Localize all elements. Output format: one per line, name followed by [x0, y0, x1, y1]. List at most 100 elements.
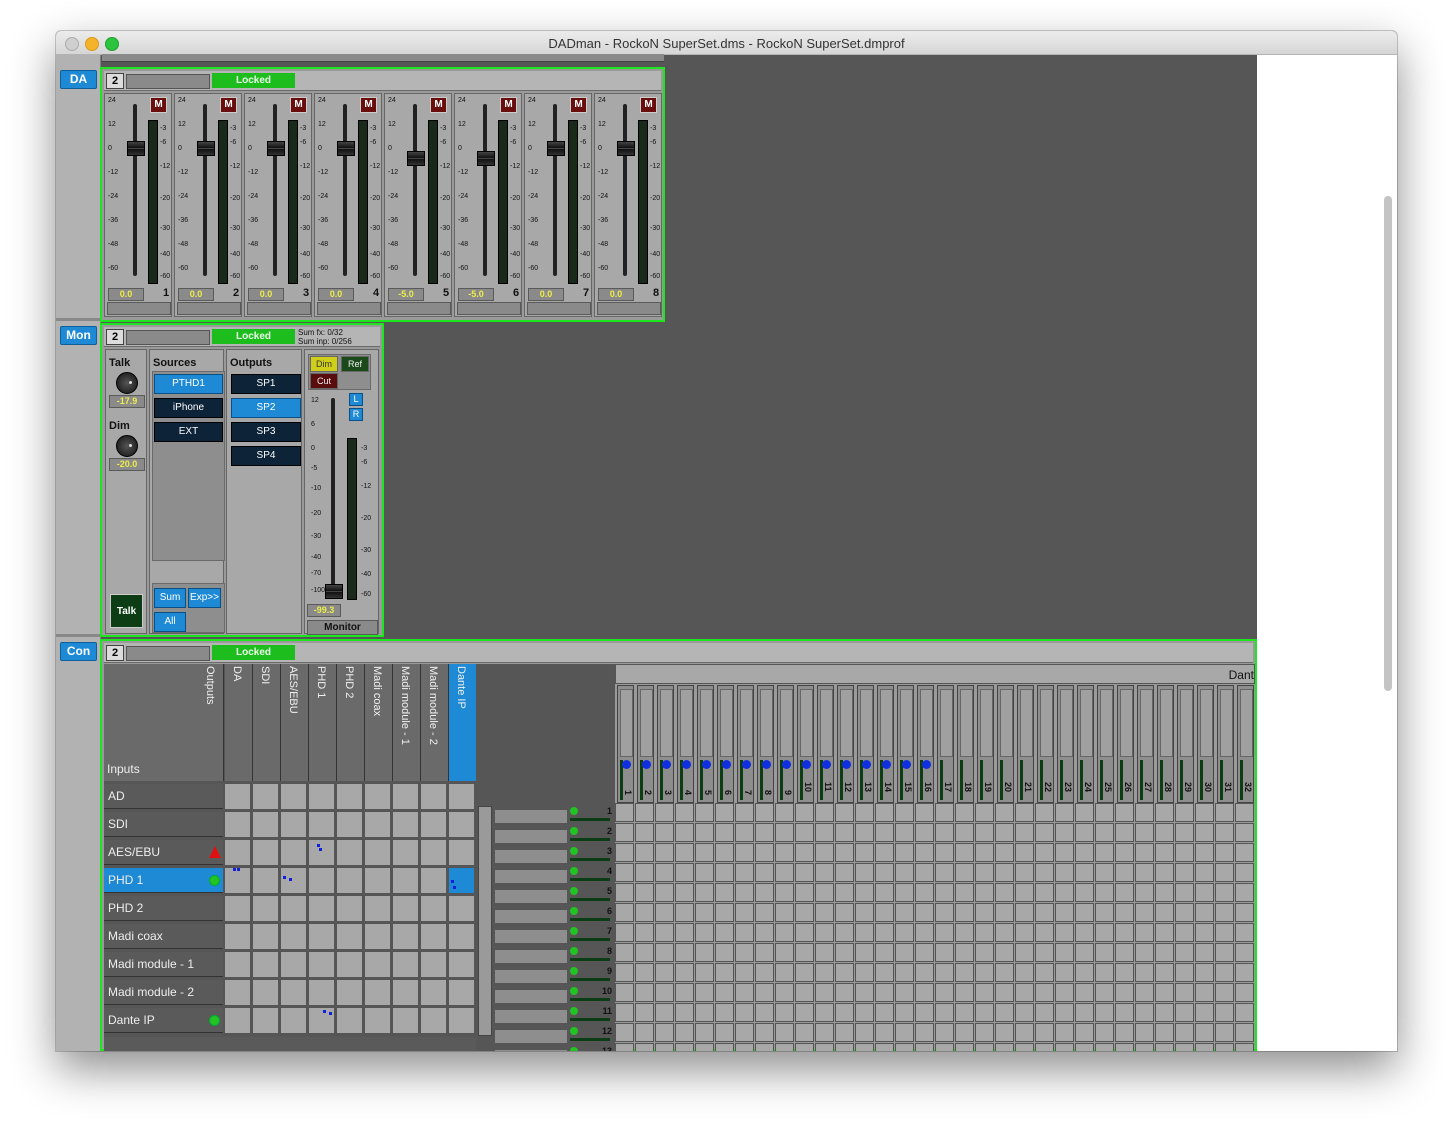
routing-cell[interactable] [336, 867, 363, 894]
dante-routing-cell[interactable] [935, 983, 954, 1002]
dante-routing-cell[interactable] [1155, 943, 1174, 962]
dante-routing-cell[interactable] [835, 903, 854, 922]
dante-input-name-slot[interactable] [494, 909, 568, 924]
dante-routing-cell[interactable] [695, 963, 714, 982]
routing-cell[interactable] [364, 895, 391, 922]
dante-routing-cell[interactable] [635, 923, 654, 942]
dante-routing-cell[interactable] [835, 863, 854, 882]
dante-channel[interactable]: 14 [877, 685, 894, 803]
dante-routing-cell[interactable] [1155, 903, 1174, 922]
dante-routing-cell[interactable] [855, 983, 874, 1002]
dante-routing-cell[interactable] [995, 823, 1014, 842]
dante-routing-cell[interactable] [795, 1003, 814, 1022]
dante-routing-cell[interactable] [1055, 963, 1074, 982]
dante-routing-cell[interactable] [1115, 803, 1134, 822]
routing-cell[interactable] [448, 839, 475, 866]
dante-routing-cell[interactable] [675, 803, 694, 822]
dante-routing-cell[interactable] [1235, 843, 1254, 862]
dante-routing-cell[interactable] [1075, 843, 1094, 862]
dante-channel[interactable]: 15 [897, 685, 914, 803]
dante-channel[interactable]: 30 [1197, 685, 1214, 803]
dante-routing-cell[interactable] [755, 983, 774, 1002]
dante-routing-cell[interactable] [755, 863, 774, 882]
dante-channel[interactable]: 27 [1137, 685, 1154, 803]
output-button-sp2[interactable]: SP2 [231, 398, 301, 418]
dante-routing-cell[interactable] [1095, 1003, 1114, 1022]
dante-routing-cell[interactable] [1035, 903, 1054, 922]
dante-routing-cell[interactable] [1035, 883, 1054, 902]
dante-routing-cell[interactable] [955, 823, 974, 842]
input-row-header[interactable]: Madi module - 2 [104, 980, 223, 1005]
dante-routing-cell[interactable] [955, 923, 974, 942]
dante-routing-cell[interactable] [955, 863, 974, 882]
dante-routing-cell[interactable] [655, 863, 674, 882]
routing-cell[interactable] [392, 895, 419, 922]
dante-routing-cell[interactable] [975, 1023, 994, 1042]
dante-routing-cell[interactable] [615, 1043, 634, 1051]
dante-routing-cell[interactable] [1055, 1023, 1074, 1042]
dante-routing-cell[interactable] [775, 1043, 794, 1051]
dante-routing-cell[interactable] [1155, 863, 1174, 882]
dante-routing-cell[interactable] [1055, 803, 1074, 822]
dante-routing-cell[interactable] [995, 843, 1014, 862]
routing-cell[interactable] [364, 867, 391, 894]
dante-input-row[interactable]: 13 [494, 1046, 614, 1051]
dante-routing-cell[interactable] [815, 983, 834, 1002]
dante-routing-cell[interactable] [795, 883, 814, 902]
section-button-mon[interactable]: Mon [60, 326, 97, 345]
dante-routing-cell[interactable] [1015, 903, 1034, 922]
dante-routing-cell[interactable] [1075, 943, 1094, 962]
dante-routing-cell[interactable] [1095, 823, 1114, 842]
dante-routing-cell[interactable] [635, 943, 654, 962]
dante-routing-cell[interactable] [915, 943, 934, 962]
dante-routing-cell[interactable] [775, 963, 794, 982]
dante-channel[interactable]: 28 [1157, 685, 1174, 803]
dante-routing-cell[interactable] [1055, 843, 1074, 862]
routing-cell[interactable] [224, 923, 251, 950]
routing-cell[interactable] [252, 895, 279, 922]
routing-cell[interactable] [280, 895, 307, 922]
dante-routing-cell[interactable] [1195, 823, 1214, 842]
dante-routing-cell[interactable] [915, 903, 934, 922]
dante-routing-cell[interactable] [715, 1023, 734, 1042]
dante-routing-cell[interactable] [1115, 883, 1134, 902]
dante-routing-cell[interactable] [1195, 803, 1214, 822]
dante-routing-cell[interactable] [1195, 943, 1214, 962]
dante-routing-cell[interactable] [935, 943, 954, 962]
dante-routing-cell[interactable] [755, 823, 774, 842]
dante-input-name-slot[interactable] [494, 809, 568, 824]
dante-input-name-slot[interactable] [494, 889, 568, 904]
dante-routing-cell[interactable] [1095, 1043, 1114, 1051]
da-mute-button[interactable]: M [220, 97, 237, 113]
dante-routing-cell[interactable] [1035, 983, 1054, 1002]
dante-routing-cell[interactable] [675, 883, 694, 902]
dante-routing-cell[interactable] [635, 963, 654, 982]
sum-button[interactable]: Sum [154, 588, 186, 608]
routing-cell[interactable] [336, 783, 363, 810]
dante-routing-cell[interactable] [735, 843, 754, 862]
dante-routing-cell[interactable] [1215, 983, 1234, 1002]
dante-routing-cell[interactable] [655, 1043, 674, 1051]
dante-routing-cell[interactable] [1135, 883, 1154, 902]
dante-routing-cell[interactable] [1075, 1023, 1094, 1042]
dante-routing-cell[interactable] [795, 1023, 814, 1042]
routing-cell[interactable] [420, 811, 447, 838]
dante-routing-cell[interactable] [1195, 983, 1214, 1002]
da-fader-track[interactable] [343, 104, 347, 276]
dante-routing-cell[interactable] [815, 863, 834, 882]
dante-routing-cell[interactable] [855, 1003, 874, 1022]
dante-routing-cell[interactable] [1115, 923, 1134, 942]
dante-routing-cell[interactable] [775, 1023, 794, 1042]
dante-routing-cell[interactable] [815, 823, 834, 842]
dante-routing-cell[interactable] [1215, 963, 1234, 982]
dante-routing-cell[interactable] [1215, 883, 1234, 902]
output-button-sp1[interactable]: SP1 [231, 374, 301, 394]
dante-routing-cell[interactable] [1215, 843, 1234, 862]
dante-routing-cell[interactable] [615, 983, 634, 1002]
dante-routing-cell[interactable] [1015, 983, 1034, 1002]
dante-routing-cell[interactable] [835, 1023, 854, 1042]
dante-routing-cell[interactable] [655, 1003, 674, 1022]
dante-routing-cell[interactable] [1215, 863, 1234, 882]
dante-routing-cell[interactable] [1095, 803, 1114, 822]
dante-routing-cell[interactable] [635, 983, 654, 1002]
